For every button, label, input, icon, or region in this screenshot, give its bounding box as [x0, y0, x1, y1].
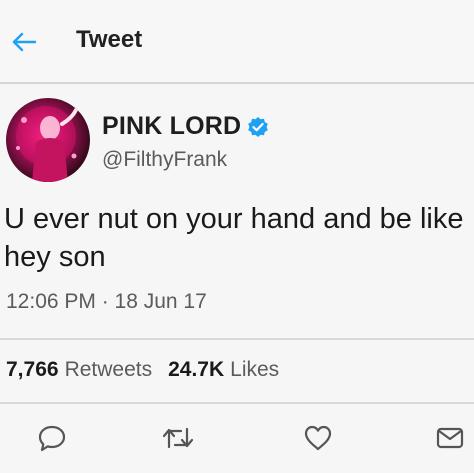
retweets-stat[interactable]: 7,766 Retweets	[6, 358, 152, 382]
retweet-button[interactable]	[160, 420, 196, 456]
avatar[interactable]	[6, 98, 90, 182]
back-button[interactable]	[8, 26, 40, 58]
reply-button[interactable]	[34, 420, 70, 456]
tweet-text: U ever nut on your hand and be like hey …	[4, 203, 464, 273]
verified-badge-icon	[248, 116, 269, 137]
retweet-icon	[162, 427, 194, 449]
action-bar	[0, 420, 474, 460]
likes-label: Likes	[230, 358, 280, 381]
arrow-left-icon	[12, 32, 37, 52]
heart-icon	[304, 425, 332, 451]
envelope-icon	[436, 427, 464, 449]
message-button[interactable]	[432, 420, 468, 456]
tweet-timestamp: 12:06 PM · 18 Jun 17	[6, 290, 207, 313]
retweets-label: Retweets	[64, 358, 153, 381]
avatar-image	[16, 106, 78, 182]
likes-stat[interactable]: 24.7K Likes	[168, 358, 279, 382]
page-title: Tweet	[76, 26, 143, 53]
likes-count: 24.7K	[168, 358, 225, 381]
retweets-count: 7,766	[6, 358, 59, 381]
author-name-row[interactable]: PINK LORD	[102, 112, 269, 141]
engagement-stats: 7,766 Retweets 24.7K Likes	[6, 358, 279, 382]
like-button[interactable]	[300, 420, 336, 456]
user-handle[interactable]: @FilthyFrank	[102, 148, 227, 172]
top-bar: Tweet	[0, 0, 474, 84]
display-name[interactable]: PINK LORD	[102, 112, 241, 141]
divider	[0, 402, 474, 404]
tweet-detail-screen: Tweet PINK LORD @FilthyFrank U ever nut …	[0, 0, 474, 473]
reply-icon	[38, 425, 66, 452]
divider	[0, 338, 474, 340]
